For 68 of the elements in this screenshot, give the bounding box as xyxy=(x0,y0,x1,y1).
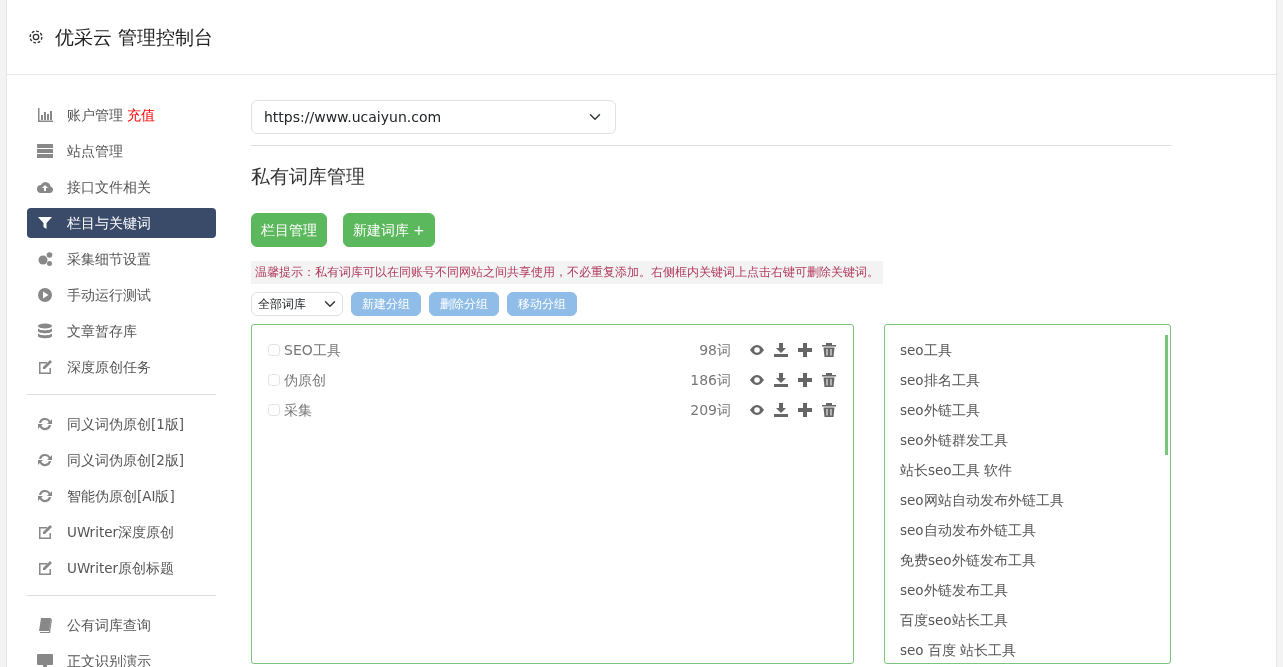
plus-icon[interactable] xyxy=(797,372,813,388)
library-checkbox[interactable] xyxy=(268,404,280,416)
download-icon[interactable] xyxy=(773,342,789,358)
console-title: 优采云 管理控制台 xyxy=(55,24,214,50)
refresh-icon xyxy=(37,488,53,504)
word-count: 186词 xyxy=(690,370,731,390)
sidebar-item[interactable]: 站点管理 xyxy=(27,136,216,166)
cloud-upload-icon xyxy=(37,179,53,195)
keyword-item[interactable]: seo自动发布外链工具 xyxy=(900,515,1155,545)
download-icon[interactable] xyxy=(773,402,789,418)
filter-icon xyxy=(37,215,53,231)
plus-icon[interactable] xyxy=(797,342,813,358)
tip-text: 温馨提示：私有词库可以在同账号不同网站之间共享使用，不必重复添加。右侧框内关键词上点击右键可删除关键词。 xyxy=(251,260,883,284)
site-select[interactable]: https://www.ucaiyun.com xyxy=(251,100,616,134)
sidebar-item[interactable]: 账户管理 充值 xyxy=(27,100,216,130)
sidebar-item[interactable]: 接口文件相关 xyxy=(27,172,216,202)
sidebar-item[interactable]: 手动运行测试 xyxy=(27,280,216,310)
eye-icon[interactable] xyxy=(749,342,765,358)
sidebar-item[interactable]: 公有词库查询 xyxy=(27,610,216,640)
library-select[interactable]: 全部词库 xyxy=(251,292,343,316)
library-name[interactable]: 伪原创 xyxy=(284,369,326,391)
keyword-item[interactable]: seo工具 xyxy=(900,335,1155,365)
keyword-item[interactable]: seo排名工具 xyxy=(900,365,1155,395)
sidebar-item[interactable]: UWriter深度原创 xyxy=(27,517,216,547)
keyword-item[interactable]: seo网站自动发布外链工具 xyxy=(900,485,1155,515)
keyword-item[interactable]: seo外链工具 xyxy=(900,395,1155,425)
page-heading: 私有词库管理 xyxy=(251,164,366,189)
library-name[interactable]: SEO工具 xyxy=(284,339,341,361)
scrollbar[interactable] xyxy=(1165,335,1168,455)
play-icon xyxy=(37,287,53,303)
sidebar-item[interactable]: 采集细节设置 xyxy=(27,244,216,274)
gears-icon xyxy=(37,251,53,267)
eye-icon[interactable] xyxy=(749,402,765,418)
sidebar-item[interactable]: 文章暂存库 xyxy=(27,316,216,346)
keyword-item[interactable]: 百度seo站长工具 xyxy=(900,605,1155,635)
sidebar-item[interactable]: 栏目与关键词 xyxy=(27,208,216,238)
bars-icon xyxy=(37,107,53,123)
library-checkbox[interactable] xyxy=(268,344,280,356)
refresh-icon xyxy=(37,416,53,432)
server-icon xyxy=(37,143,53,159)
gear-icon xyxy=(27,28,45,46)
book-icon xyxy=(37,617,53,633)
library-checkbox[interactable] xyxy=(268,374,280,386)
trash-icon[interactable] xyxy=(821,342,837,358)
refresh-icon xyxy=(37,452,53,468)
keyword-item[interactable]: seo外链群发工具 xyxy=(900,425,1155,455)
trash-icon[interactable] xyxy=(821,402,837,418)
keyword-item[interactable]: 站长seo工具 软件 xyxy=(900,455,1155,485)
keyword-item[interactable]: seo外链发布工具 xyxy=(900,575,1155,605)
edit-icon xyxy=(37,359,53,375)
word-count: 98词 xyxy=(699,340,731,360)
keyword-item[interactable]: 免费seo外链发布工具 xyxy=(900,545,1155,575)
eye-icon[interactable] xyxy=(749,372,765,388)
monitor-icon xyxy=(37,653,53,667)
sidebar-item[interactable]: 深度原创任务 xyxy=(27,352,216,382)
library-name[interactable]: 采集 xyxy=(284,399,312,421)
edit-icon xyxy=(37,524,53,540)
database-icon xyxy=(37,323,53,339)
sidebar-item[interactable]: 同义词伪原创[2版] xyxy=(27,445,216,475)
download-icon[interactable] xyxy=(773,372,789,388)
keyword-item[interactable]: seo 百度 站长工具 xyxy=(900,635,1155,665)
word-count: 209词 xyxy=(690,400,731,420)
edit-icon xyxy=(37,560,53,576)
sidebar-item[interactable]: 智能伪原创[AI版] xyxy=(27,481,216,511)
trash-icon[interactable] xyxy=(821,372,837,388)
sidebar-item[interactable]: UWriter原创标题 xyxy=(27,553,216,583)
sidebar-item[interactable]: 同义词伪原创[1版] xyxy=(27,409,216,439)
plus-icon[interactable] xyxy=(797,402,813,418)
